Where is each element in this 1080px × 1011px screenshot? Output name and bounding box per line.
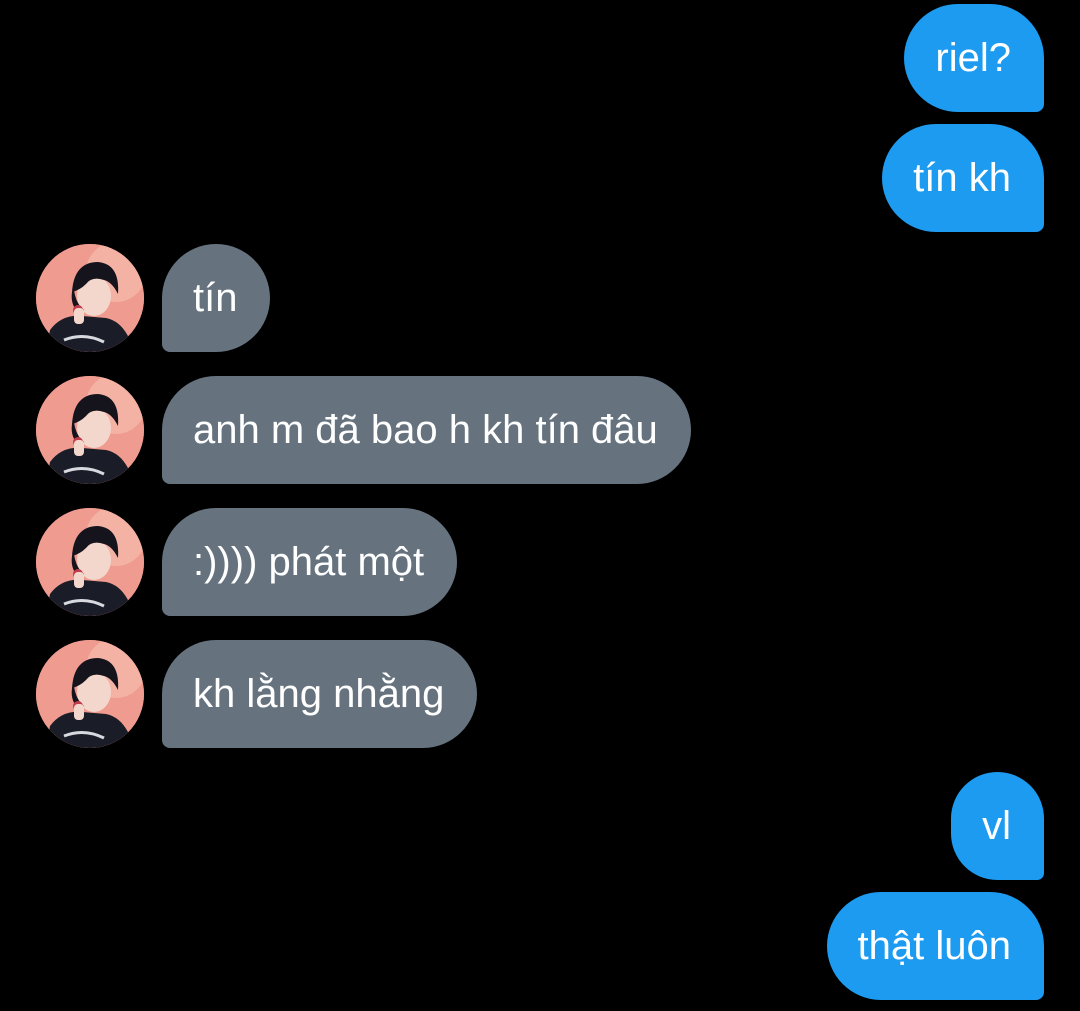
contact-avatar[interactable] (36, 244, 144, 352)
sent-message-bubble[interactable]: thật luôn (826, 892, 1044, 1000)
avatar-photo-icon (36, 640, 144, 748)
message-row-sent: tín kh (0, 124, 1080, 232)
avatar-photo-icon (36, 376, 144, 484)
received-message-bubble[interactable]: :)))) phát một (162, 508, 458, 616)
message-row-received: tín (0, 244, 1080, 352)
message-row-sent: thật luôn (0, 892, 1080, 1000)
avatar-photo-icon (36, 244, 144, 352)
contact-avatar[interactable] (36, 376, 144, 484)
message-thread: riel? tín kh tín anh m đã bao h kh tín đ… (0, 0, 1080, 1011)
sent-message-bubble[interactable]: riel? (904, 4, 1044, 112)
sent-message-bubble[interactable]: vl (951, 772, 1044, 880)
message-row-received: :)))) phát một (0, 508, 1080, 616)
message-row-received: kh lằng nhằng (0, 640, 1080, 748)
received-message-bubble[interactable]: tín (162, 244, 271, 352)
message-row-sent: riel? (0, 4, 1080, 112)
message-row-sent: vl (0, 772, 1080, 880)
received-message-bubble[interactable]: kh lằng nhằng (162, 640, 478, 748)
avatar-photo-icon (36, 508, 144, 616)
sent-message-bubble[interactable]: tín kh (882, 124, 1044, 232)
contact-avatar[interactable] (36, 640, 144, 748)
received-message-bubble[interactable]: anh m đã bao h kh tín đâu (162, 376, 691, 484)
contact-avatar[interactable] (36, 508, 144, 616)
message-row-received: anh m đã bao h kh tín đâu (0, 376, 1080, 484)
